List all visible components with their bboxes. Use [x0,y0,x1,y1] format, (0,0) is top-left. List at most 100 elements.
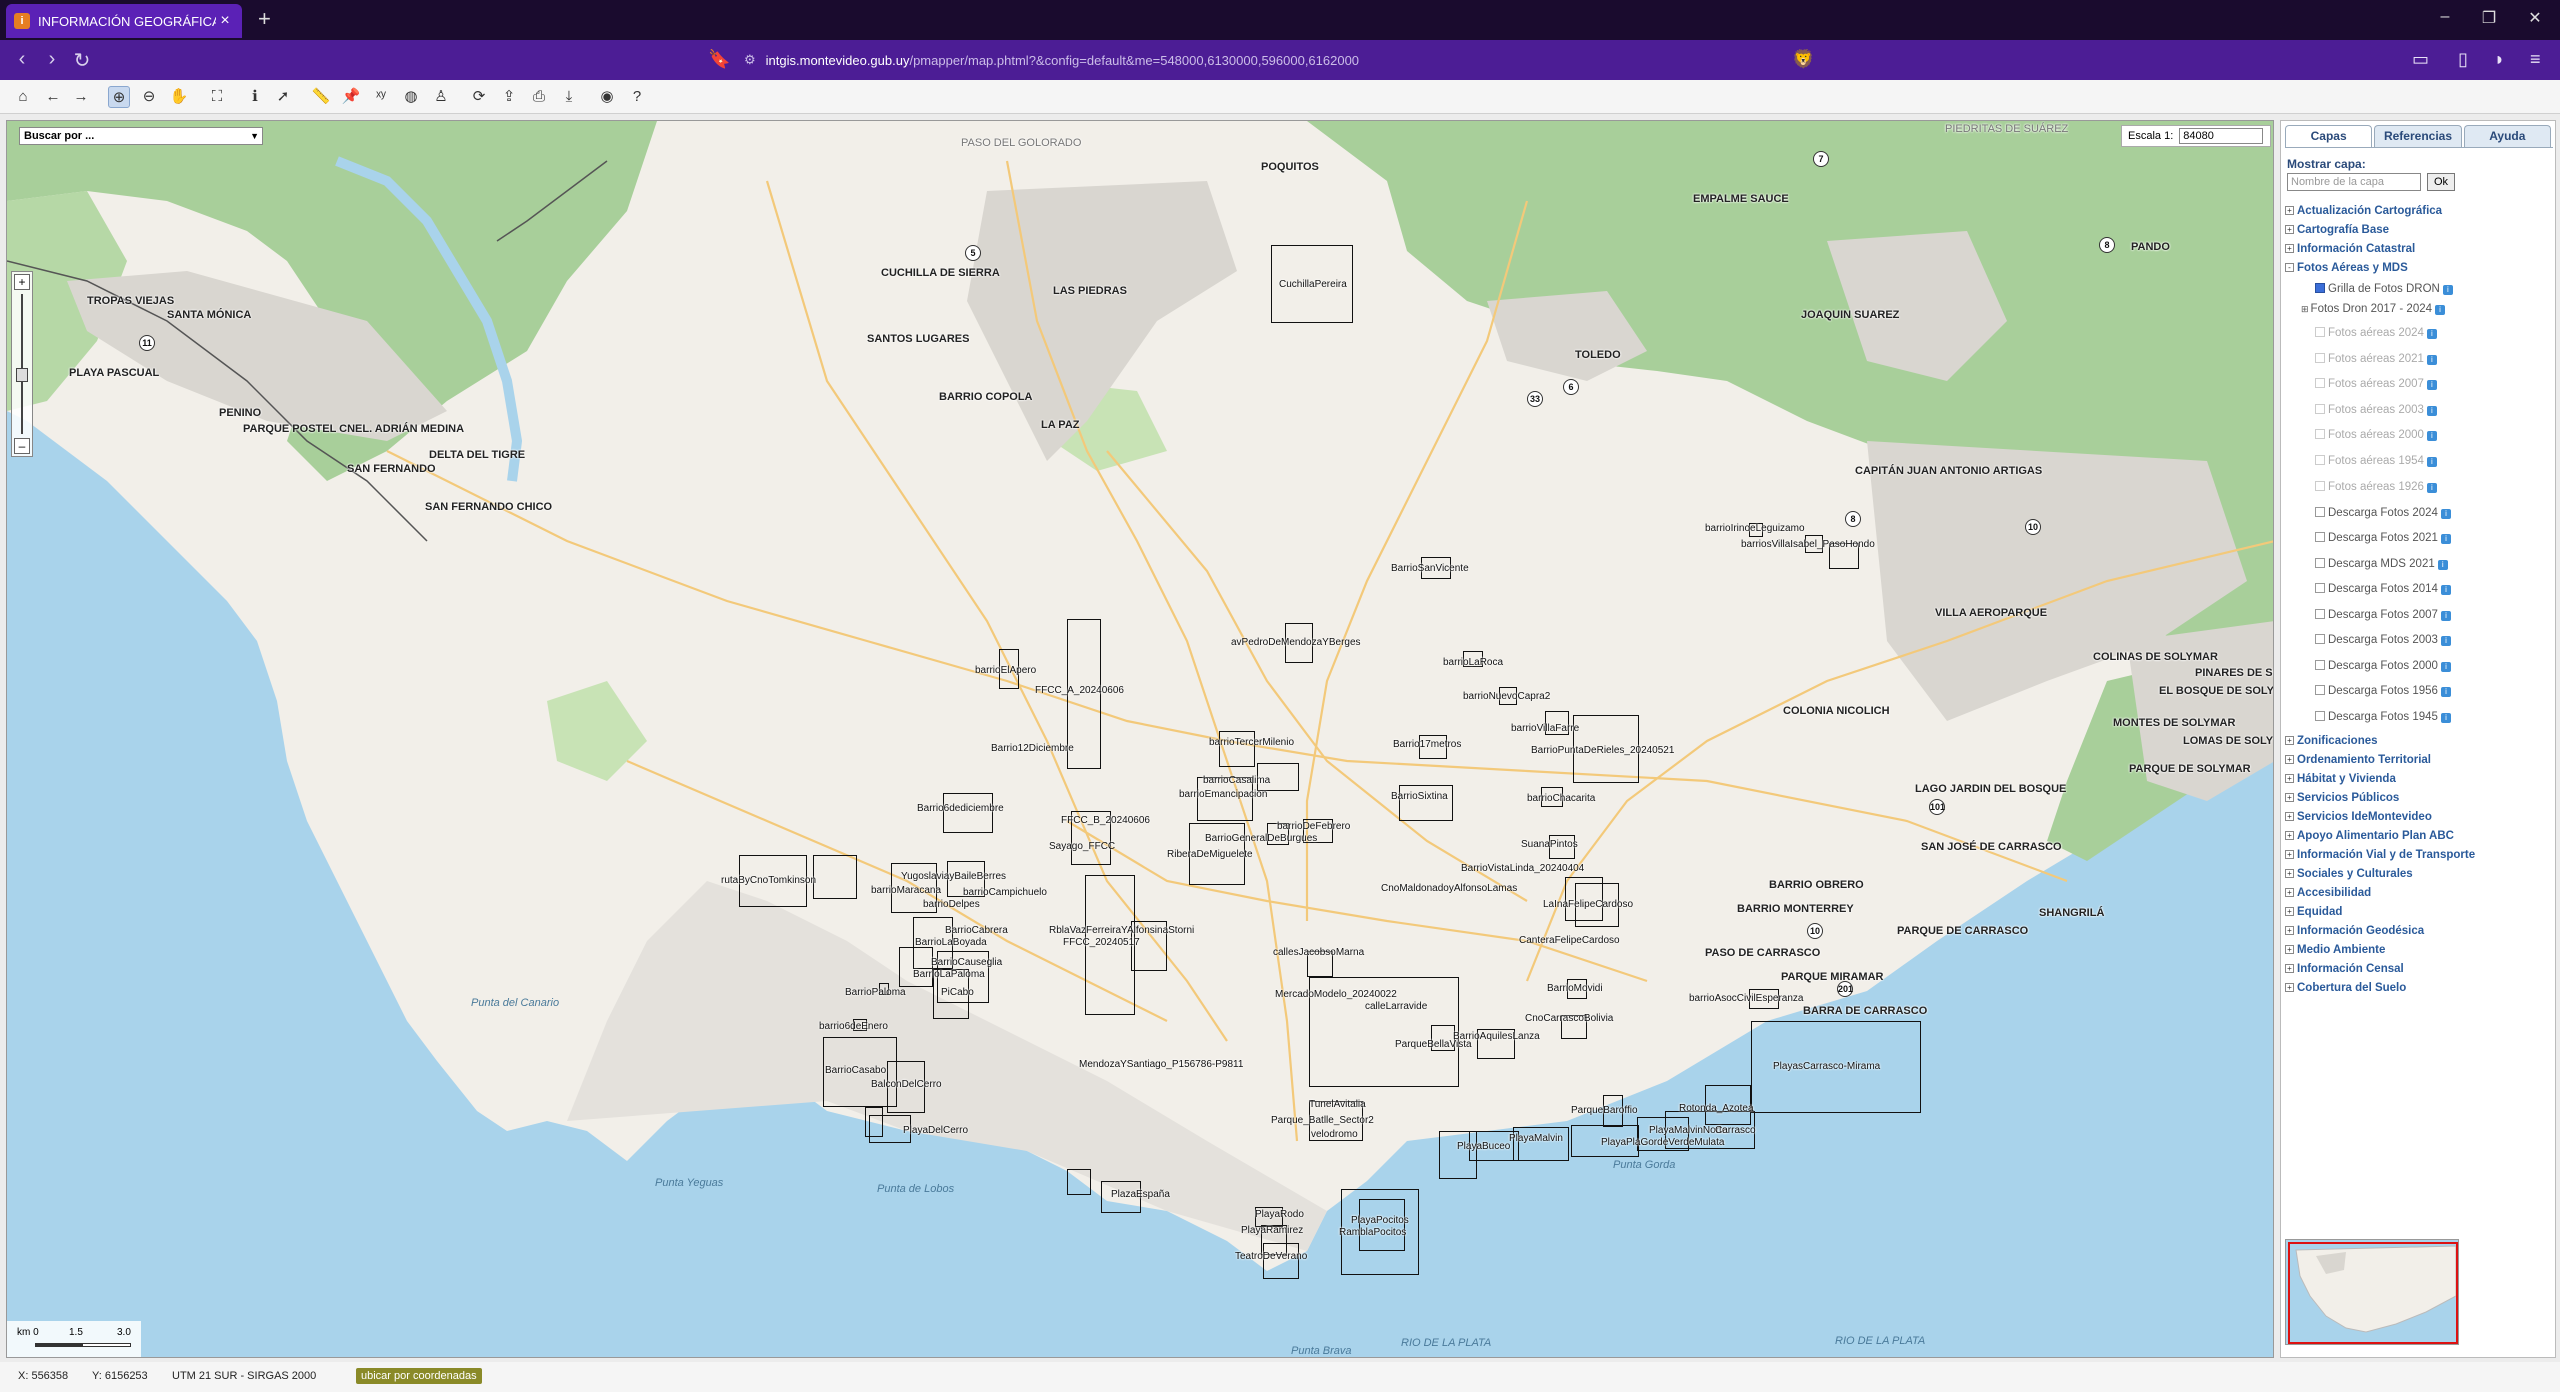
pan-icon[interactable]: ✋ [168,86,190,108]
expand-icon[interactable]: + [2285,869,2294,878]
layer-item[interactable]: Descarga MDS 2021 i [2315,558,2448,570]
layer-checkbox[interactable] [2315,507,2325,517]
layer-item[interactable]: Descarga Fotos 2007 i [2315,609,2451,621]
zoom-track[interactable] [21,294,23,434]
tab-referencias[interactable]: Referencias [2374,125,2462,147]
drone-tile[interactable] [899,947,933,987]
zoom-thumb[interactable] [16,368,28,382]
info-icon[interactable]: ℹ [244,86,266,108]
locate-by-coordinates-button[interactable]: ubicar por coordenadas [356,1368,482,1384]
layer-group[interactable]: + Cobertura del Suelo [2285,982,2406,994]
expand-icon[interactable]: + [2285,225,2294,234]
layer-group[interactable]: + Cartografía Base [2285,224,2389,236]
layer-group[interactable]: + Apoyo Alimentario Plan ABC [2285,830,2454,842]
metadata-icon[interactable]: i [2426,431,2437,441]
expand-icon[interactable]: + [2285,945,2294,954]
metadata-icon[interactable]: i [2440,509,2451,519]
expand-icon[interactable]: + [2285,774,2294,783]
home-icon[interactable]: ⌂ [12,86,34,108]
bookmark-icon[interactable]: 🔖 [708,49,730,70]
layer-item[interactable]: Descarga Fotos 2024 i [2315,507,2451,519]
layer-checkbox[interactable] [2315,404,2325,414]
layer-group[interactable]: + Zonificaciones [2285,735,2378,747]
layer-checkbox[interactable] [2315,660,2325,670]
reload-nav-icon[interactable]: ↻ [70,48,94,73]
layer-checkbox[interactable] [2315,455,2325,465]
expand-icon[interactable]: + [2285,888,2294,897]
layer-item[interactable]: Fotos aéreas 2021 i [2315,353,2437,365]
layer-group[interactable]: + Servicios Públicos [2285,792,2399,804]
expand-icon[interactable]: + [2285,244,2294,253]
metadata-icon[interactable]: i [2442,285,2453,295]
layer-checkbox[interactable] [2315,532,2325,542]
layer-item[interactable]: Descarga Fotos 2014 i [2315,583,2451,595]
metadata-icon[interactable]: i [2440,713,2451,723]
download-icon[interactable]: ⤓ [558,86,580,108]
person-icon[interactable]: ♙ [430,86,452,108]
layer-group[interactable]: + Ordenamiento Territorial [2285,754,2431,766]
layer-group[interactable]: - Fotos Aéreas y MDS [2285,262,2408,274]
layer-item[interactable]: Descarga Fotos 1956 i [2315,685,2451,697]
metadata-icon[interactable]: i [2426,483,2437,493]
export-icon[interactable]: ⇪ [498,86,520,108]
layer-group[interactable]: + Sociales y Culturales [2285,868,2413,880]
expand-icon[interactable]: + [2285,831,2294,840]
layer-item[interactable]: Fotos aéreas 2003 i [2315,404,2437,416]
drone-tile[interactable] [1067,1169,1091,1195]
layer-item[interactable]: ⊞ Fotos Dron 2017 - 2024 i [2301,303,2446,315]
tab-capas[interactable]: Capas [2285,125,2373,147]
close-window-icon[interactable]: ✕ [2520,8,2550,28]
layer-checkbox[interactable] [2315,583,2325,593]
expand-icon[interactable]: + [2285,736,2294,745]
select-icon[interactable]: ➚ [272,86,294,108]
layer-group[interactable]: + Información Geodésica [2285,925,2424,937]
layer-item[interactable]: Fotos aéreas 2007 i [2315,378,2437,390]
globe-icon[interactable]: ◍ [400,86,422,108]
menu-icon[interactable]: ≡ [2530,49,2541,70]
layer-item[interactable]: Fotos aéreas 1954 i [2315,455,2437,467]
zoom-slider[interactable]: + – [11,271,33,457]
metadata-icon[interactable]: i [2426,406,2437,416]
brave-shield-icon[interactable]: 🦁 [1792,49,1814,70]
metadata-icon[interactable]: i [2426,355,2437,365]
back-nav-icon[interactable]: ‹ [10,48,34,71]
expand-icon[interactable]: + [2285,793,2294,802]
expand-icon[interactable]: + [2285,812,2294,821]
overview-extent[interactable] [2288,1242,2458,1344]
ok-button[interactable]: Ok [2427,173,2455,191]
metadata-icon[interactable]: i [2440,687,2451,697]
measure-icon[interactable]: 📏 [310,86,332,108]
overview-map[interactable] [2285,1239,2459,1345]
minimize-icon[interactable]: – [2430,8,2460,26]
help-icon[interactable]: ? [626,86,648,108]
collapse-icon[interactable]: - [2285,263,2294,272]
drone-tile[interactable] [865,1107,883,1137]
layer-group[interactable]: + Accesibilidad [2285,887,2371,899]
refresh-icon[interactable]: ⟳ [468,86,490,108]
expand-icon[interactable]: + [2285,983,2294,992]
wallet-icon[interactable]: ◗ [2494,49,2505,70]
layer-item[interactable]: Grilla de Fotos DRON i [2315,283,2453,295]
xy-icon[interactable]: ˣʸ [370,86,392,108]
metadata-icon[interactable]: i [2426,457,2437,467]
expand-icon[interactable]: + [2285,850,2294,859]
site-info-icon[interactable]: ⚙ [744,52,756,68]
layer-checkbox[interactable] [2315,609,2325,619]
layer-checkbox[interactable] [2315,378,2325,388]
layer-checkbox[interactable] [2315,283,2325,293]
pin-icon[interactable]: 📌 [340,86,362,108]
metadata-icon[interactable]: i [2426,380,2437,390]
expand-icon[interactable]: ⊞ [2301,304,2309,314]
layer-checkbox[interactable] [2315,685,2325,695]
layer-checkbox[interactable] [2315,327,2325,337]
layer-name-input[interactable]: Nombre de la capa [2287,173,2421,191]
close-tab-icon[interactable]: × [216,12,234,30]
expand-icon[interactable]: + [2285,755,2294,764]
expand-icon[interactable]: + [2285,907,2294,916]
layer-group[interactable]: + Medio Ambiente [2285,944,2385,956]
print-icon[interactable]: ⎙ [528,86,550,108]
layer-group[interactable]: + Hábitat y Vivienda [2285,773,2396,785]
expand-icon[interactable]: + [2285,206,2294,215]
layer-item[interactable]: Descarga Fotos 2003 i [2315,634,2451,646]
layer-checkbox[interactable] [2315,711,2325,721]
